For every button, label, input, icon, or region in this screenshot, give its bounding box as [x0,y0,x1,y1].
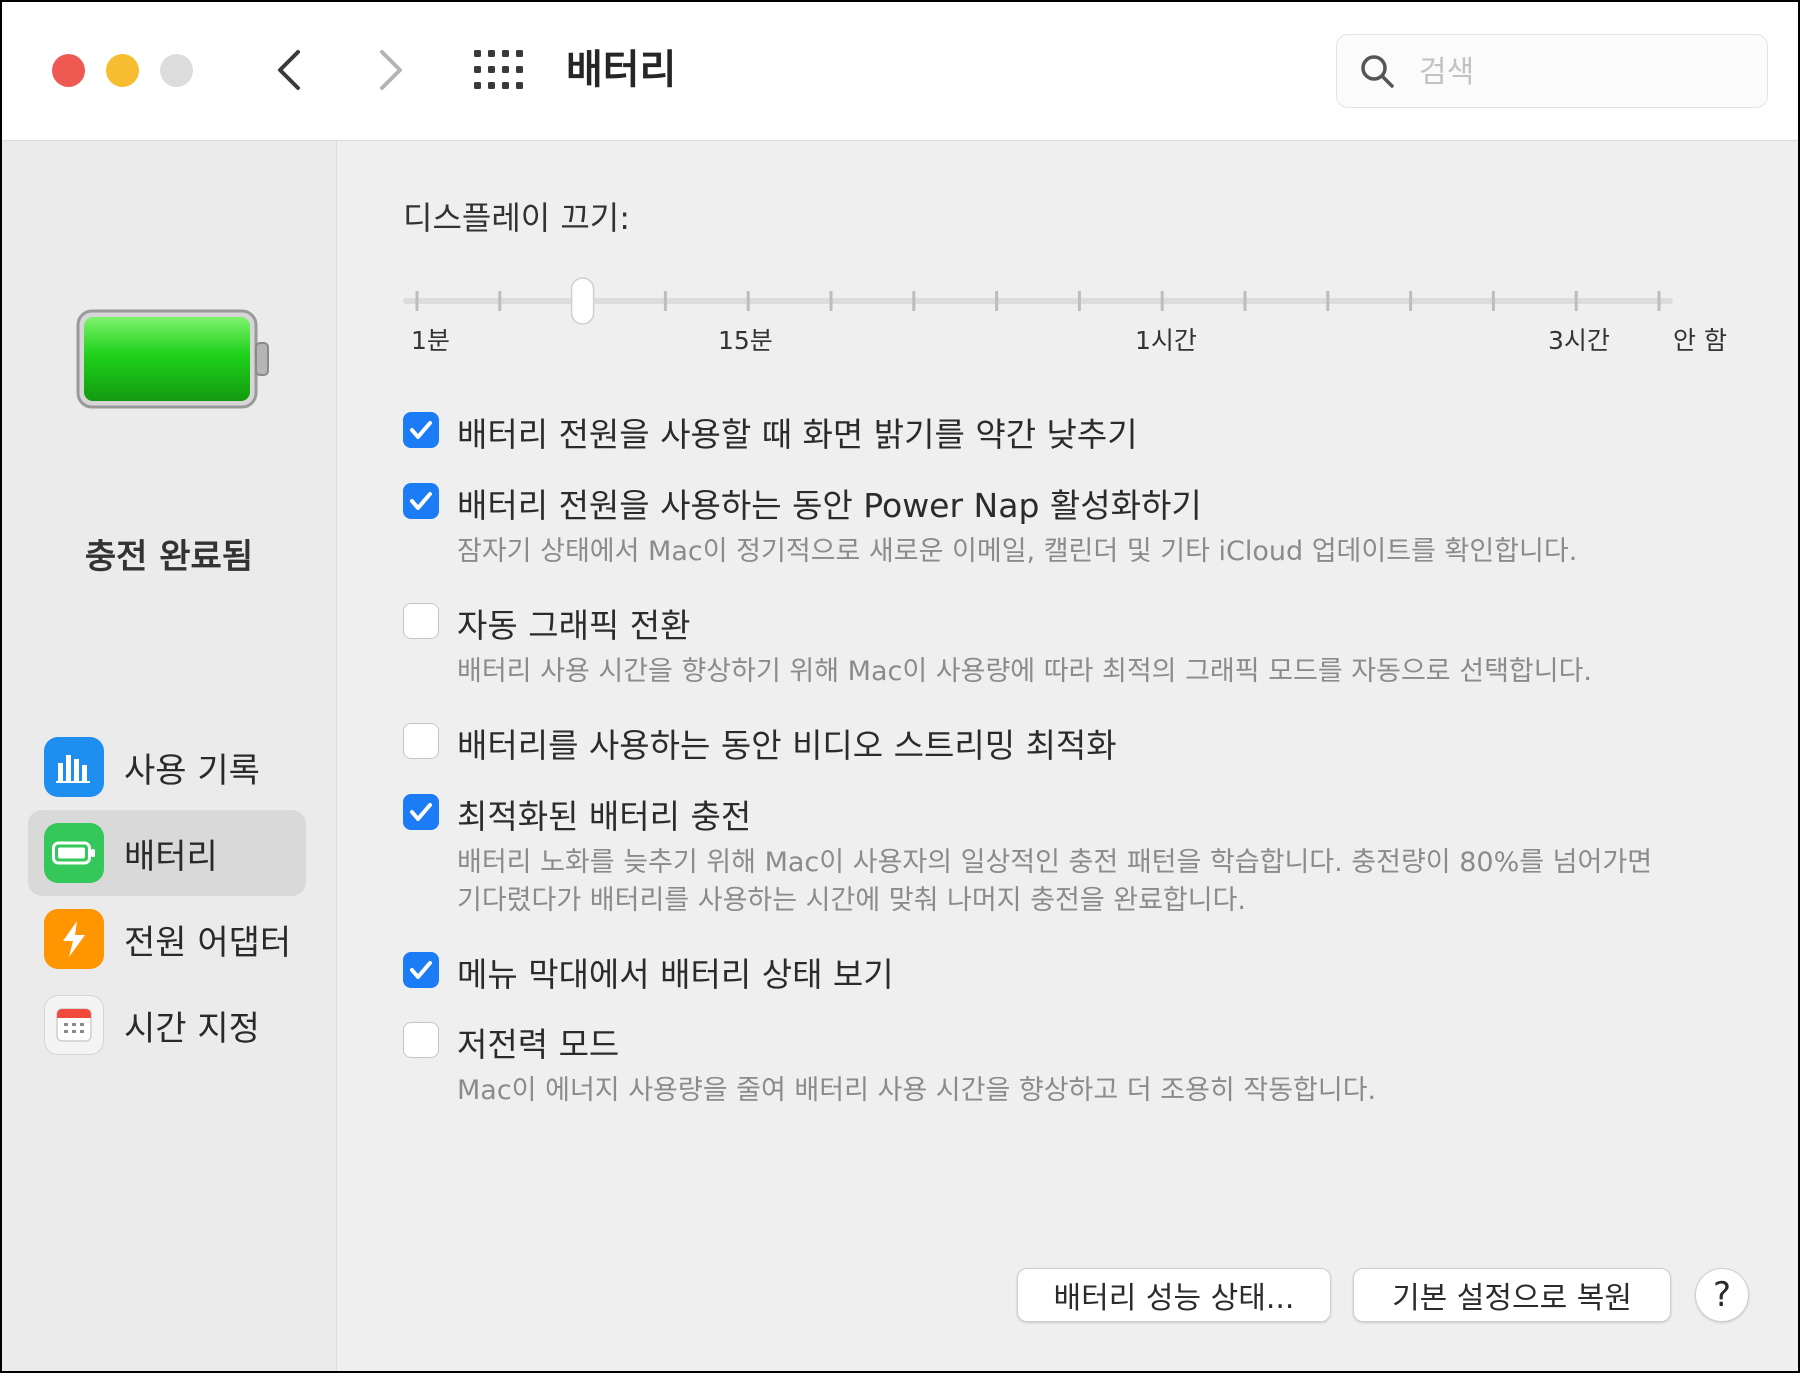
sidebar: 충전 완료됨 사용 기록 배터리 전원 어댑터 시간 지정 [2,141,337,1371]
tick-label: 15분 [718,326,773,355]
tick-label: 안 함 [1673,326,1727,355]
checkbox[interactable] [403,603,439,639]
lightning-bolt-icon [44,909,104,969]
sidebar-item-battery[interactable]: 배터리 [28,810,306,896]
search-field[interactable] [1336,34,1768,108]
calendar-icon [44,995,104,1055]
option-label: 메뉴 막대에서 배터리 상태 보기 [457,955,894,994]
slider-tick [829,291,833,311]
help-button[interactable]: ? [1695,1268,1749,1322]
zoom-window-button[interactable] [160,54,193,87]
battery-status-label: 충전 완료됨 [84,537,254,577]
sidebar-item-power-adapter[interactable]: 전원 어댑터 [28,896,306,982]
minimize-window-button[interactable] [106,54,139,87]
slider-tick [415,291,419,311]
title-bar: 배터리 [2,2,1798,141]
back-button[interactable] [264,42,314,98]
chevron-left-icon [278,50,300,90]
sidebar-item-label: 전원 어댑터 [124,922,292,963]
option-label: 배터리 전원을 사용하는 동안 Power Nap 활성화하기 [457,486,1202,525]
slider-tick [1243,291,1247,311]
slider-tick [1657,291,1661,311]
slider-tick [498,291,502,311]
window-title: 배터리 [566,47,677,93]
option-label: 자동 그래픽 전환 [457,606,691,645]
bar-chart-icon [44,737,104,797]
slider-tick [1326,291,1330,311]
option-description: 잠자기 상태에서 Mac이 정기적으로 새로운 이메일, 캘린더 및 기타 iC… [457,536,1578,567]
sidebar-item-label: 배터리 [124,836,218,877]
tick-label: 1시간 [1135,326,1197,355]
checkbox[interactable] [403,1022,439,1058]
sidebar-item-label: 시간 지정 [124,1008,260,1049]
option-description: 기다렸다가 배터리를 사용하는 시간에 맞춰 나머지 충전을 완료합니다. [457,885,1247,916]
checkbox[interactable] [403,794,439,830]
option-label: 배터리를 사용하는 동안 비디오 스트리밍 최적화 [457,726,1117,765]
slider-tick [1409,291,1413,311]
checkbox[interactable] [403,723,439,759]
search-icon [1361,55,1394,88]
display-off-label: 디스플레이 끄기: [403,199,631,237]
slider-tick [1160,291,1164,311]
slider-tick [663,291,667,311]
grid-icon [474,50,523,89]
settings-window: 배터리 충전 완료됨 [0,0,1800,1373]
close-window-button[interactable] [52,54,85,87]
slider-tick [1491,291,1495,311]
chevron-right-icon [380,50,402,90]
option-label: 저전력 모드 [457,1025,620,1064]
sidebar-item-usage-history[interactable]: 사용 기록 [28,724,306,810]
main-panel: 디스플레이 끄기: 1분 15분 1시간 3시간 안 함 배터리 전원을 사용할… [337,141,1798,1371]
option-label: 최적화된 배터리 충전 [457,797,752,836]
slider-tick [995,291,999,311]
tick-label: 1분 [411,326,450,355]
battery-full-icon [76,309,269,409]
sidebar-item-label: 사용 기록 [124,750,260,791]
slider-tick [1574,291,1578,311]
show-all-grid-button[interactable] [474,50,524,90]
battery-icon [44,823,104,883]
display-off-slider[interactable] [403,271,1673,331]
option-description: 배터리 사용 시간을 향상하기 위해 Mac이 사용량에 따라 최적의 그래픽 … [457,656,1593,687]
option-description: 배터리 노화를 늦추기 위해 Mac이 사용자의 일상적인 충전 패턴을 학습합… [457,847,1653,878]
slider-tick [1077,291,1081,311]
battery-health-button[interactable]: 배터리 성능 상태... [1017,1268,1331,1322]
slider-tick [746,291,750,311]
restore-defaults-button[interactable]: 기본 설정으로 복원 [1353,1268,1671,1322]
slider-track[interactable] [403,271,1673,331]
tick-label: 3시간 [1548,326,1610,355]
search-input[interactable] [1417,49,1741,95]
checkbox[interactable] [403,483,439,519]
checkbox[interactable] [403,952,439,988]
slider-tick [912,291,916,311]
option-description: Mac이 에너지 사용량을 줄여 배터리 사용 시간을 향상하고 더 조용히 작… [457,1075,1377,1106]
slider-knob[interactable] [570,277,595,325]
sidebar-item-schedule[interactable]: 시간 지정 [28,982,306,1068]
option-label: 배터리 전원을 사용할 때 화면 밝기를 약간 낮추기 [457,415,1138,454]
forward-button[interactable] [366,42,416,98]
checkbox[interactable] [403,412,439,448]
